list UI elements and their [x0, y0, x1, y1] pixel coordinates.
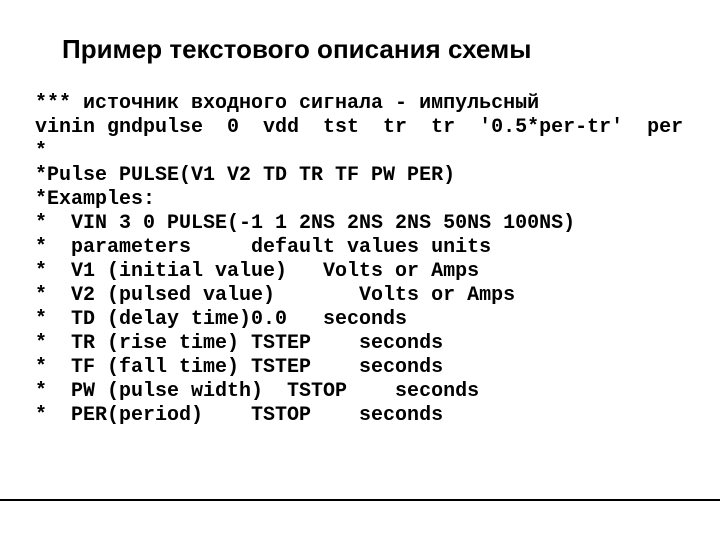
code-line-comment-source: *** источник входного сигнала - импульсн… — [35, 92, 540, 115]
code-line-param-v2: * V2 (pulsed value) Volts or Amps — [35, 284, 516, 307]
code-line-param-v1: * V1 (initial value) Volts or Amps — [35, 260, 480, 283]
code-line-vinin: vinin gndpulse 0 vdd tst tr tr '0.5*per-… — [35, 116, 684, 139]
code-line-pulse-syntax: *Pulse PULSE(V1 V2 TD TR TF PW PER) — [35, 164, 456, 187]
code-line-param-header: * parameters default values units — [35, 236, 492, 259]
code-line-blank-comment: * — [35, 140, 48, 163]
code-line-param-per: * PER(period) TSTOP seconds — [35, 404, 444, 427]
code-line-param-pw: * PW (pulse width) TSTOP seconds — [35, 380, 480, 403]
spice-code-block: *** источник входного сигнала - импульсн… — [35, 92, 683, 428]
code-line-param-tr: * TR (rise time) TSTEP seconds — [35, 332, 444, 355]
code-line-param-td: * TD (delay time)0.0 seconds — [35, 308, 408, 331]
code-line-param-tf: * TF (fall time) TSTEP seconds — [35, 356, 444, 379]
code-line-example-vin: * VIN 3 0 PULSE(-1 1 2NS 2NS 2NS 50NS 10… — [35, 212, 576, 235]
slide-title: Пример текстового описания схемы — [62, 34, 532, 64]
footer-divider — [0, 499, 720, 501]
code-line-examples-header: *Examples: — [35, 188, 156, 211]
